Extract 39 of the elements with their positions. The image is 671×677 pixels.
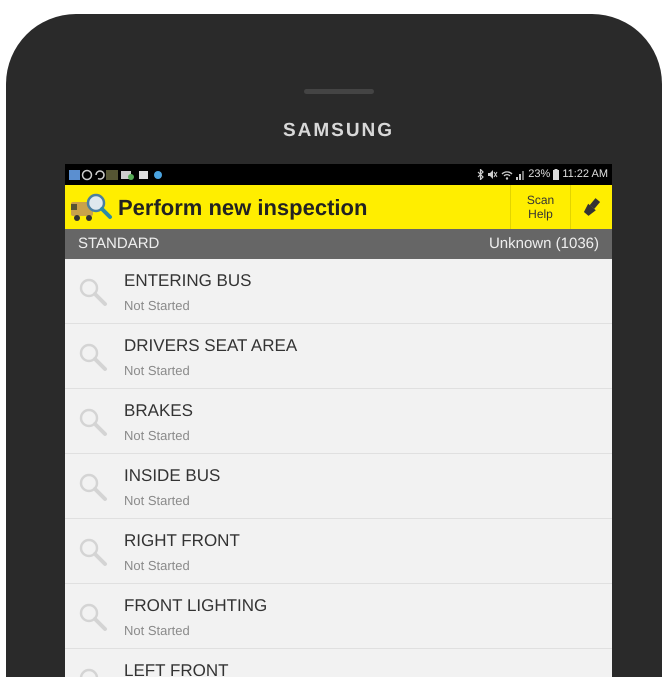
truck-magnifier-icon: [69, 192, 113, 222]
section-title: INSIDE BUS: [124, 466, 220, 486]
mute-icon: [487, 169, 498, 180]
search-icon: [78, 342, 108, 372]
section-title: ENTERING BUS: [124, 271, 252, 291]
screen-title: Perform new inspection: [118, 194, 368, 222]
inspection-section-row[interactable]: RIGHT FRONT Not Started: [65, 519, 612, 584]
bluetooth-icon: [477, 169, 484, 180]
section-status: Not Started: [124, 622, 191, 640]
section-status: Not Started: [124, 297, 191, 315]
search-icon: [78, 472, 108, 502]
inspection-section-row[interactable]: ENTERING BUS Not Started: [65, 259, 612, 324]
section-title: RIGHT FRONT: [124, 531, 240, 551]
search-icon: [78, 277, 108, 307]
inspection-section-row[interactable]: BRAKES Not Started: [65, 389, 612, 454]
inspection-section-row[interactable]: LEFT FRONT: [65, 649, 612, 677]
section-status: Not Started: [124, 427, 191, 445]
section-status: Not Started: [124, 492, 191, 510]
battery-percent: 23%: [528, 167, 550, 182]
inspection-section-row[interactable]: FRONT LIGHTING Not Started: [65, 584, 612, 649]
inspection-section-row[interactable]: INSIDE BUS Not Started: [65, 454, 612, 519]
wifi-icon: [501, 170, 514, 180]
section-title: BRAKES: [124, 401, 193, 421]
section-title: DRIVERS SEAT AREA: [124, 336, 298, 356]
inspection-type: STANDARD: [78, 234, 160, 254]
search-icon: [78, 537, 108, 567]
search-icon: [78, 407, 108, 437]
signal-icon: [516, 170, 526, 180]
battery-icon: [553, 169, 560, 180]
section-status: Not Started: [124, 362, 191, 380]
brand-logo: SAMSUNG: [282, 118, 394, 143]
inspection-section-row[interactable]: DRIVERS SEAT AREA Not Started: [65, 324, 612, 389]
vehicle-label: Unknown (1036): [488, 234, 599, 254]
section-status: Not Started: [124, 557, 191, 575]
section-title: FRONT LIGHTING: [124, 596, 268, 616]
section-title: LEFT FRONT: [124, 661, 229, 677]
search-icon: [78, 602, 108, 632]
speaker-grille: [304, 89, 374, 94]
clock: 11:22 AM: [562, 167, 608, 182]
